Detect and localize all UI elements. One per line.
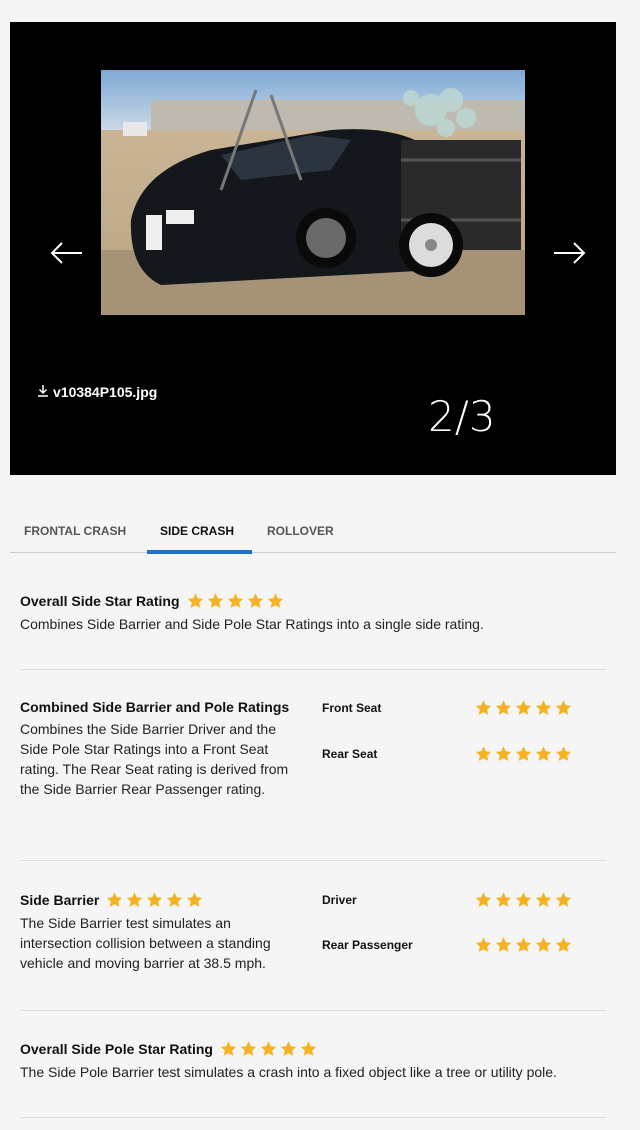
tab-rollover[interactable]: ROLLOVER [267,524,334,538]
star-icon [554,891,573,909]
overall-side-rating-section: Overall Side Star Rating Combines Side B… [20,592,606,634]
filename: v10384P105.jpg [53,384,158,400]
star-icon [494,699,513,717]
star-icon [474,936,493,954]
star-icon [494,936,513,954]
star-icon [186,592,205,610]
rating-row-front-seat: Front Seat [322,699,602,719]
side-pole-rating-section: Overall Side Pole Star Rating The Side P… [20,1040,606,1082]
section-description: Combines the Side Barrier Driver and the… [20,721,289,797]
rating-row-rear-seat: Rear Seat [322,745,602,765]
star-icon [165,891,184,909]
star-icon [514,936,533,954]
star-icon [105,891,124,909]
active-tab-indicator [147,550,252,554]
arrow-left-icon[interactable] [46,238,86,268]
star-rating [474,745,573,763]
star-icon [554,699,573,717]
star-rating [186,592,285,610]
star-icon [514,745,533,763]
download-link[interactable]: v10384P105.jpg [37,384,157,400]
star-rating [474,699,573,717]
section-title: Combined Side Barrier and Pole Ratings [20,699,290,715]
section-description: The Side Pole Barrier test simulates a c… [20,1064,557,1080]
star-icon [514,699,533,717]
star-icon [266,592,285,610]
star-icon [514,891,533,909]
star-icon [494,891,513,909]
star-rating [105,891,204,909]
rating-label: Rear Seat [322,747,378,761]
crash-test-photo [101,70,525,315]
star-icon [534,699,553,717]
star-rating [474,936,573,954]
rating-label: Rear Passenger [322,938,413,952]
star-icon [494,745,513,763]
combined-ratings-section: Combined Side Barrier and Pole Ratings C… [20,699,606,839]
divider [20,1010,606,1011]
star-icon [534,936,553,954]
star-icon [534,745,553,763]
star-icon [299,1040,318,1058]
section-title: Overall Side Pole Star Rating [20,1040,606,1058]
divider [20,669,606,670]
star-icon [125,891,144,909]
rating-row-rear-passenger: Rear Passenger [322,936,602,956]
rating-label: Driver [322,893,357,907]
star-icon [239,1040,258,1058]
tab-frontal-crash[interactable]: FRONTAL CRASH [24,524,126,538]
download-icon [37,384,49,400]
section-description: Combines Side Barrier and Side Pole Star… [20,616,484,632]
star-icon [185,891,204,909]
side-barrier-section: Side Barrier The Side Barrier test simul… [20,891,606,991]
star-icon [279,1040,298,1058]
divider [20,1117,606,1118]
star-icon [206,592,225,610]
star-icon [259,1040,278,1058]
section-description: The Side Barrier test simulates an inter… [20,915,271,971]
star-icon [474,891,493,909]
star-icon [145,891,164,909]
star-icon [474,745,493,763]
star-icon [219,1040,238,1058]
star-rating [219,1040,318,1058]
star-icon [554,936,573,954]
rating-row-driver: Driver [322,891,602,911]
rating-label: Front Seat [322,701,382,715]
section-title: Overall Side Star Rating [20,592,606,610]
tab-bar: FRONTAL CRASH SIDE CRASH ROLLOVER [10,510,616,554]
tab-side-crash[interactable]: SIDE CRASH [160,524,234,538]
star-icon [474,699,493,717]
section-title: Side Barrier [20,891,305,909]
image-counter: 2/3 [428,392,496,441]
star-icon [226,592,245,610]
star-icon [534,891,553,909]
image-gallery: v10384P105.jpg 2/3 [10,22,616,475]
star-icon [554,745,573,763]
arrow-right-icon[interactable] [550,238,590,268]
star-rating [474,891,573,909]
divider [20,860,606,861]
star-icon [246,592,265,610]
